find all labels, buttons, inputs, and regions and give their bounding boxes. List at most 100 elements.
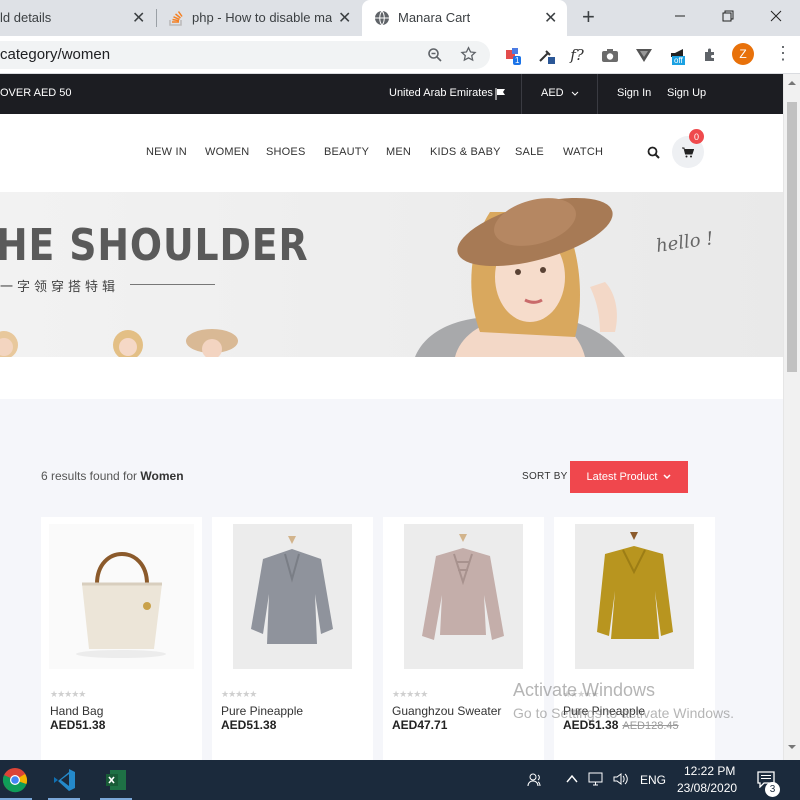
tab-details[interactable]: ld details ✕ [0,0,155,36]
hero-model-thumbnails [0,329,238,357]
product-image[interactable] [49,524,194,669]
chrome-menu-icon[interactable]: ⋮ [774,43,792,63]
sign-up-link[interactable]: Sign Up [667,87,706,99]
scroll-down-icon[interactable] [788,744,796,750]
tab-close-icon[interactable]: ✕ [544,8,557,28]
nav-watch[interactable]: WATCH [563,146,603,158]
price-value: AED47.71 [392,718,448,732]
browser-toolbar: category/women 1 f? off Z ⋮ [0,36,800,74]
sort-label: SORT BY [522,471,568,482]
new-tab-button[interactable]: + [582,4,595,30]
product-name[interactable]: Pure Pineapple [221,704,303,718]
main-nav: NEW IN WOMEN SHOES BEAUTY MEN KIDS & BAB… [0,114,783,192]
network-icon[interactable] [588,771,606,787]
eyedropper-icon [539,50,555,64]
extensions-button[interactable] [699,44,721,66]
product-image[interactable] [404,524,523,669]
clock-date[interactable]: 23/08/2020 [677,781,737,795]
extension-icon[interactable]: 1 [502,44,524,66]
browser-tab-strip: ld details ✕ php - How to disable ma ✕ M… [0,0,800,36]
profile-avatar[interactable]: Z [732,43,754,65]
stackoverflow-icon [169,11,183,26]
sort-dropdown[interactable]: Latest Product [570,461,688,493]
camera-icon [602,49,618,62]
tab-close-icon[interactable]: ✕ [338,8,351,28]
zoom-icon[interactable] [427,47,443,63]
windows-taskbar: ENG 12:22 PM 23/08/2020 3 [0,760,800,800]
page-scrollbar[interactable] [783,74,800,760]
spacer [0,357,783,399]
country-selector[interactable]: United Arab Emirates [389,87,493,99]
product-name[interactable]: Hand Bag [50,704,103,718]
taskbar-excel-button[interactable] [98,764,134,800]
minimize-button[interactable] [657,0,703,32]
product-price: AED51.38 [50,718,105,732]
hero-title: HE SHOULDER [0,220,309,271]
product-price: AED51.38 [221,718,276,732]
vpn-extension-icon[interactable] [633,44,655,66]
people-icon[interactable] [527,772,543,788]
puzzle-icon [705,48,714,61]
hero-underline [130,284,215,285]
formula-extension-icon[interactable]: f? [566,44,588,66]
tab-title: php - How to disable ma [192,10,332,25]
language-indicator[interactable]: ENG [640,773,666,787]
nav-new-in[interactable]: NEW IN [146,146,187,158]
notification-count-badge: 3 [765,782,780,797]
nav-beauty[interactable]: BEAUTY [324,146,369,158]
address-bar[interactable]: category/women [0,41,490,69]
product-price: AED47.71 [392,718,447,732]
nav-shoes[interactable]: SHOES [266,146,306,158]
globe-icon [375,10,389,26]
search-icon[interactable] [647,146,660,159]
nav-women[interactable]: WOMEN [205,146,249,158]
product-image[interactable] [575,524,694,669]
rating-stars: ★★★★★ [392,689,428,699]
sign-in-link[interactable]: Sign In [617,87,651,99]
volume-icon[interactable] [612,771,630,787]
pink-sweater-image [422,534,504,640]
nav-kids-baby[interactable]: KIDS & BABY [430,146,501,158]
product-card[interactable]: ★★★★★ Guanghzou Sweater AED47.71 [383,517,544,767]
product-image[interactable] [233,524,352,669]
chevron-up-icon[interactable] [566,774,578,784]
cart-icon [682,147,694,157]
extension-icon[interactable] [535,44,557,66]
vscode-icon [54,769,75,791]
product-name[interactable]: Guanghzou Sweater [392,704,501,718]
chrome-icon [2,768,27,793]
nav-men[interactable]: MEN [386,146,411,158]
tab-stackoverflow[interactable]: php - How to disable ma ✕ [160,0,360,36]
bookmark-star-icon[interactable] [460,46,477,63]
activate-windows-subtitle: Go to Settings to activate Windows. [513,705,734,721]
scroll-up-icon[interactable] [788,80,796,86]
handbag-image [76,552,166,658]
adblock-extension-icon[interactable]: off [667,44,689,66]
product-card[interactable]: ★★★★★ Hand Bag AED51.38 [41,517,202,767]
product-card[interactable]: ★★★★★ Pure Pineapple AED51.38 AED128.45 [554,517,715,767]
taskbar-chrome-button[interactable] [0,764,32,800]
tab-close-icon[interactable]: ✕ [132,8,145,28]
taskbar-vscode-button[interactable] [46,764,82,800]
restore-button[interactable] [705,0,751,32]
nav-sale[interactable]: SALE [515,146,544,158]
clock-time[interactable]: 12:22 PM [684,764,735,778]
hero-model-image [415,197,625,357]
rating-stars: ★★★★★ [50,689,86,699]
excel-icon [106,770,126,790]
original-price: AED128.45 [622,720,679,732]
hero-banner[interactable]: HE SHOULDER 一字领穿搭特辑 hello ! [0,192,783,357]
close-window-button[interactable] [753,0,799,32]
scrollbar-thumb[interactable] [787,102,797,372]
results-prefix: 6 results found for [41,469,138,483]
flag-icon [495,88,505,100]
tab-manara-cart[interactable]: Manara Cart ✕ [362,0,567,36]
product-card[interactable]: ★★★★★ Pure Pineapple AED51.38 [212,517,373,767]
extension-badge: 1 [513,56,522,65]
camera-extension-icon[interactable] [599,44,621,66]
chevron-down-icon [663,474,671,480]
rating-stars: ★★★★★ [221,689,257,699]
divider [521,74,522,114]
results-count: 6 results found for Women [41,469,184,483]
currency-selector[interactable]: AED [541,87,564,99]
